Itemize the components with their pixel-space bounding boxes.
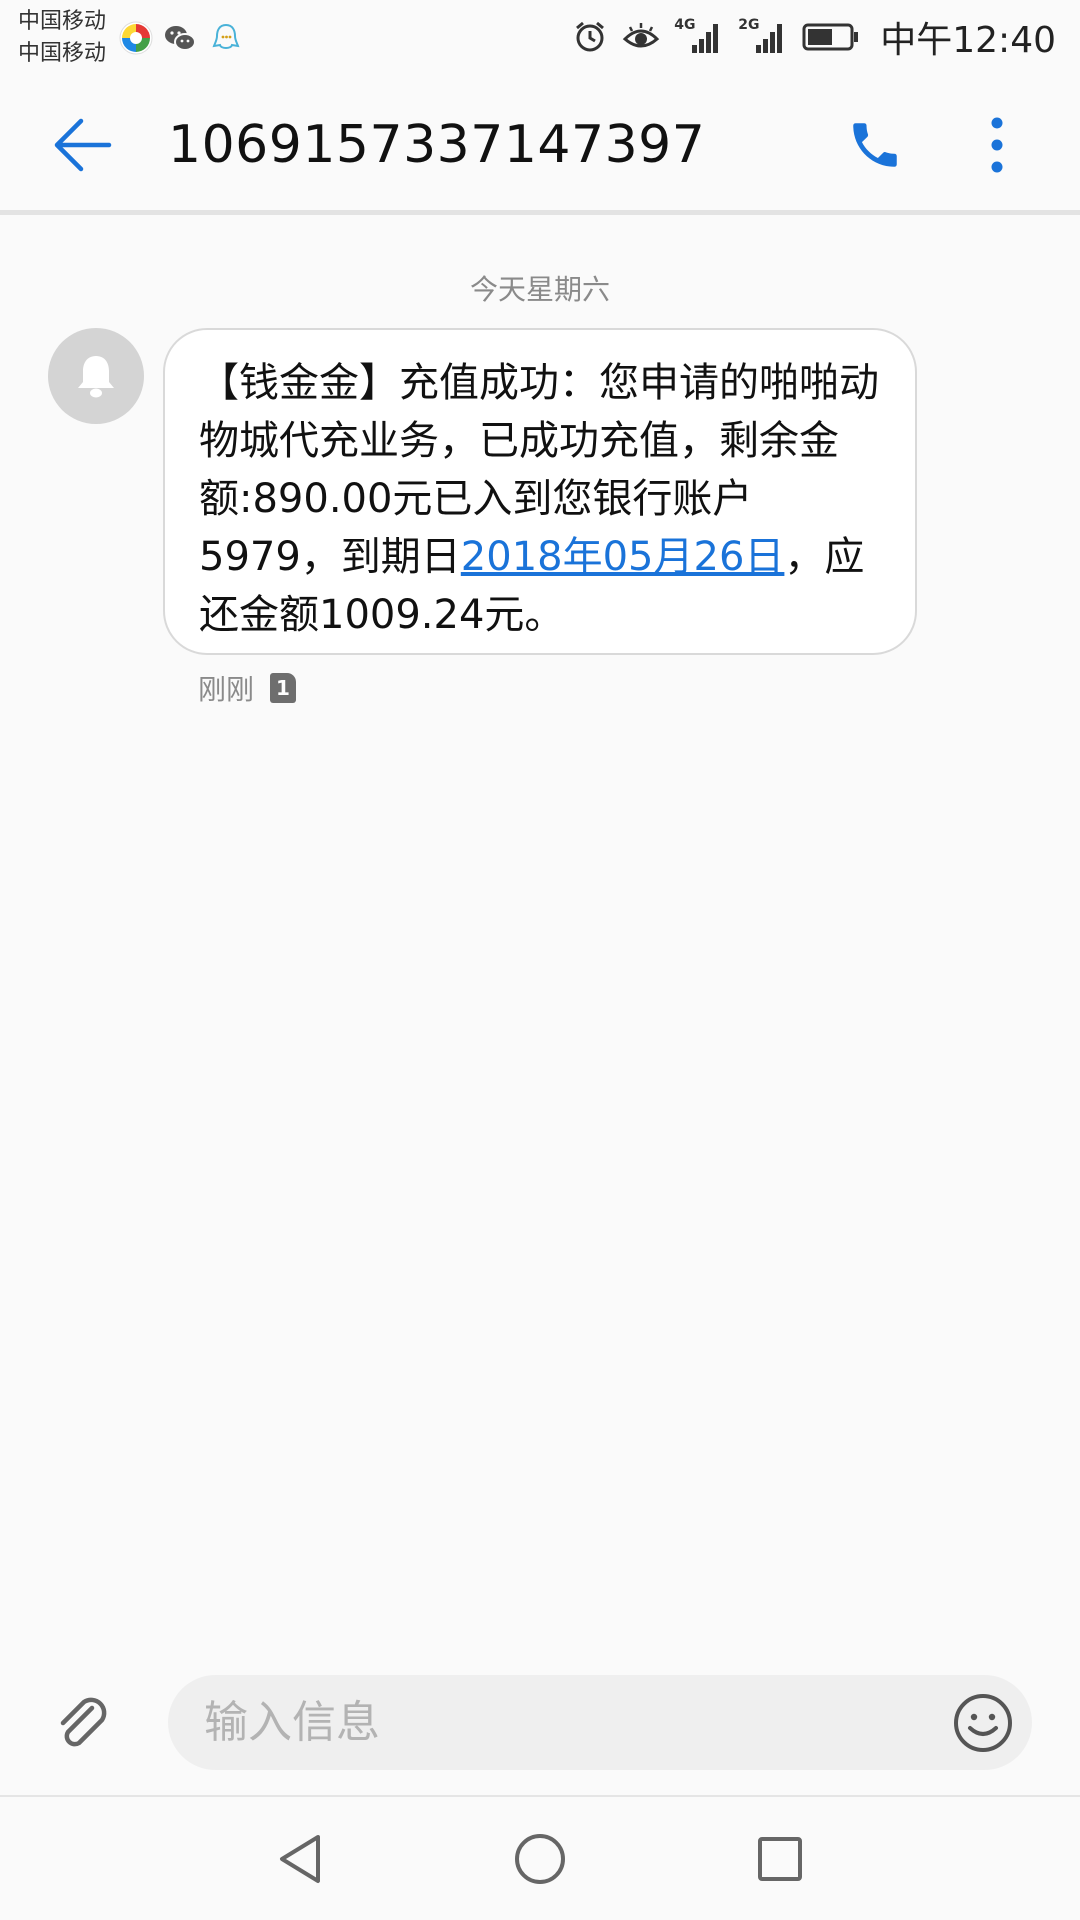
sim-slot-badge: 1 [270,673,297,703]
message-bubble[interactable]: 【钱金金】充值成功：您申请的啪啪动物城代充业务，已成功充值，剩余金额:890.0… [163,328,917,655]
qq-icon [212,23,240,49]
nav-back-button[interactable] [268,1827,332,1891]
more-options-button[interactable] [965,113,1029,177]
smiley-icon [954,1694,1012,1752]
carrier-2-label: 中国移动 [18,41,107,66]
paperclip-icon [60,1697,107,1747]
more-vertical-icon [991,117,1003,173]
nav-recents-button[interactable] [748,1827,812,1891]
phone-icon [853,123,897,167]
message-time: 刚刚 [198,673,255,706]
bell-icon [78,356,114,398]
colorful-app-icon [119,21,153,55]
status-time: 中午12:40 [880,20,1056,61]
arrow-left-icon [54,118,112,172]
contact-number-title: 1069157337147397 [168,115,706,175]
eye-comfort-icon [623,23,660,48]
alarm-icon [576,21,605,52]
message-input-box[interactable] [168,1675,1032,1770]
carrier-1-label: 中国移动 [18,9,107,34]
status-bar: 中国移动 中国移动 4G 2G 中午12:40 [0,0,1080,75]
sender-avatar[interactable] [48,328,144,424]
signal-icon-sim1: 4G [674,17,724,57]
message-date-link[interactable]: 2018年05月26日 [461,534,785,580]
battery-icon [802,23,859,51]
home-circle-icon [515,1834,565,1884]
recents-square-icon [758,1837,802,1881]
message-meta: 刚刚 1 [198,668,297,708]
back-button[interactable] [48,113,118,177]
wechat-icon [165,26,196,51]
call-button[interactable] [840,113,910,177]
signal-icon-sim2: 2G [738,17,788,57]
conversation-header: 1069157337147397 [0,75,1080,215]
message-input[interactable] [204,1675,904,1770]
sms-conversation-screen: 中国移动 中国移动 4G 2G 中午12:40 1069157337147397… [0,0,1080,1920]
date-separator: 今天星期六 [469,273,610,306]
attach-button[interactable] [52,1692,114,1754]
carrier-labels: 中国移动 中国移动 [18,6,106,70]
system-nav-bar [0,1795,1080,1920]
back-triangle-icon [280,1835,320,1883]
nav-home-button[interactable] [508,1827,572,1891]
status-icons-right: 4G 2G 中午12:40 [572,14,1056,61]
emoji-button[interactable] [950,1690,1016,1756]
